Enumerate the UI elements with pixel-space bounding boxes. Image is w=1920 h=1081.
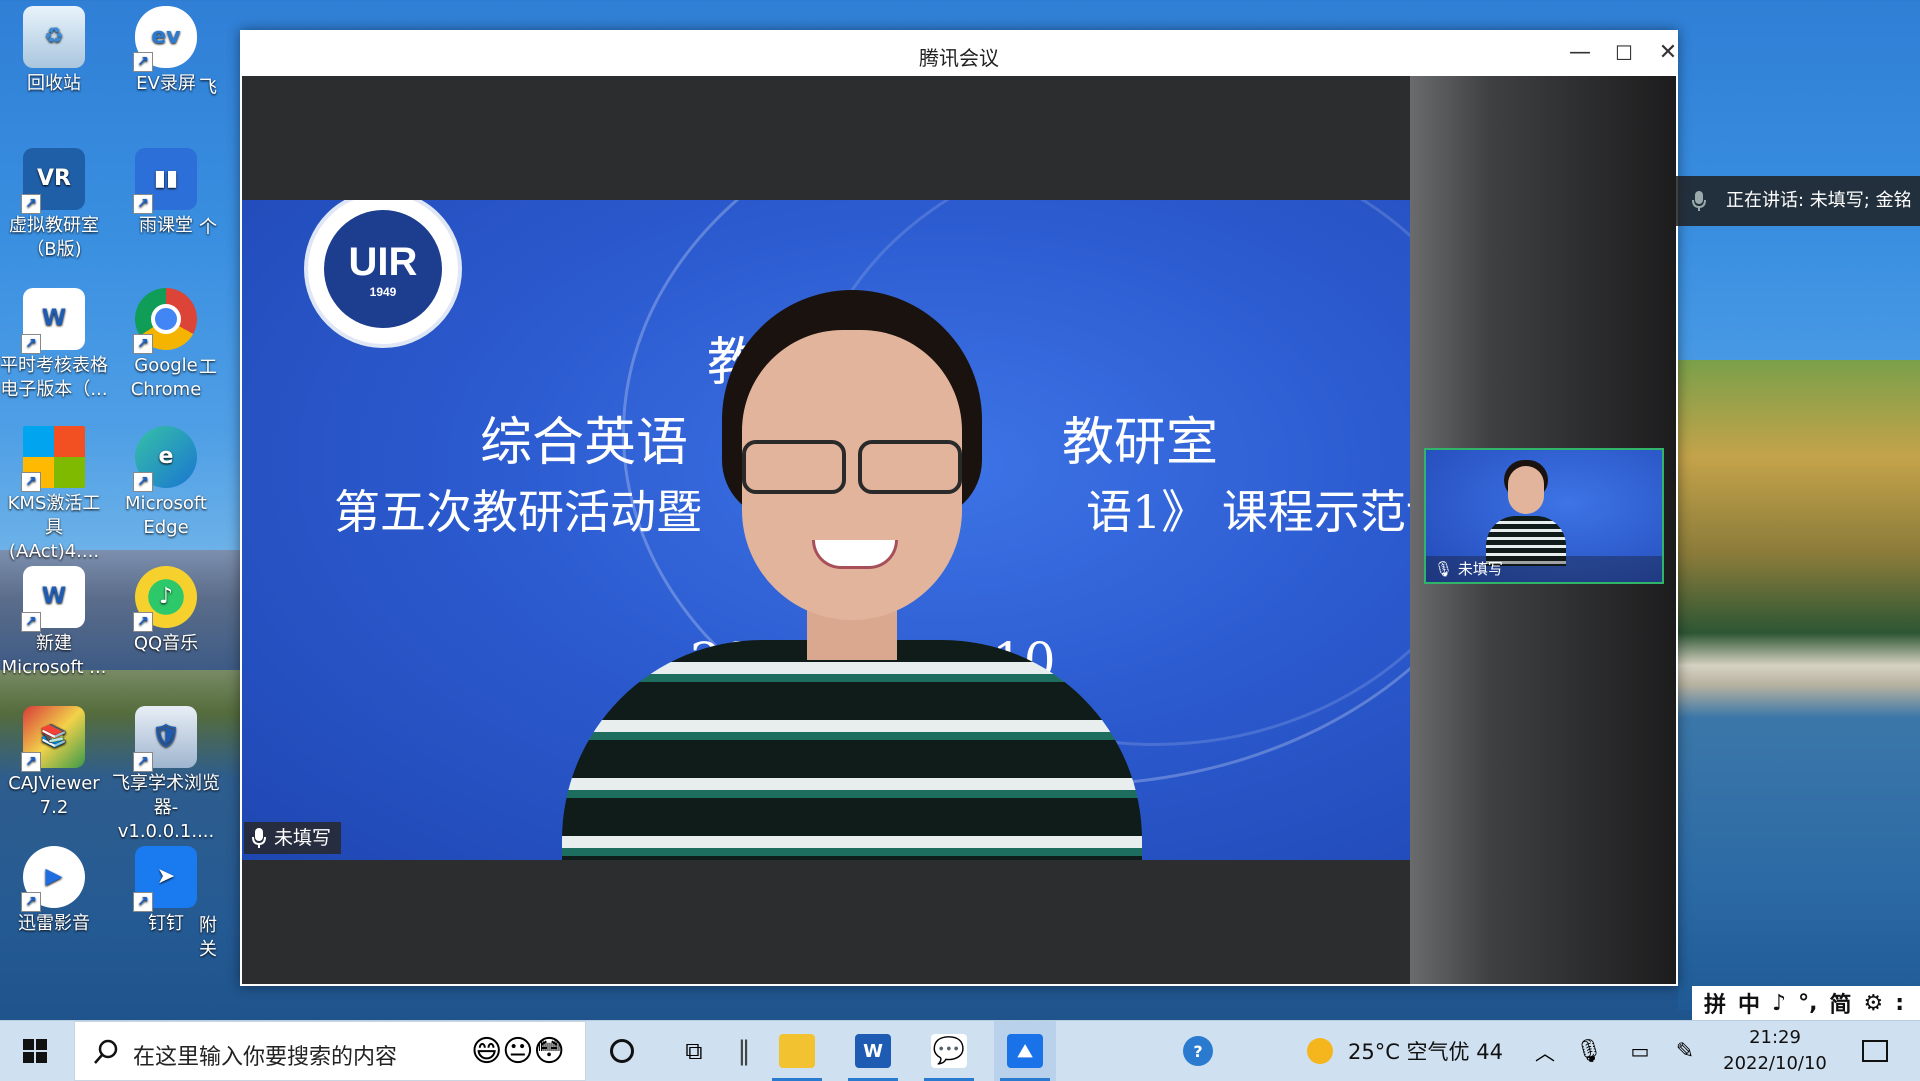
speaker-video (562, 290, 1142, 860)
microphone-tray-button[interactable]: 🎙 (1572, 1021, 1606, 1081)
window-titlebar[interactable]: 腾讯会议 — ☐ ✕ (240, 30, 1678, 76)
ime-punctuation-icon[interactable]: °, (1798, 991, 1817, 1016)
glasses (742, 440, 962, 494)
word-icon: W (855, 1034, 891, 1068)
desktop-icon-kms[interactable]: ↗ KMS激活工具(AAct)4.... (0, 420, 108, 564)
maximize-button[interactable]: ☐ (1606, 38, 1642, 68)
vr-lab-icon: VR ↗ (21, 148, 85, 214)
desktop-icon-recycle-bin[interactable]: ♻ 回收站 (0, 0, 108, 96)
wallpaper-lake-shore (1678, 360, 1920, 1010)
ev-recorder-icon: ev ↗ (133, 6, 197, 72)
chrome-icon: ↗ (133, 288, 197, 354)
desktop-icon-academic-browser[interactable]: 🛡 ↗ 飞享学术浏览器-v1.0.0.1.... (112, 700, 220, 844)
microphone-icon (252, 828, 266, 848)
help-button[interactable]: ? (1170, 1021, 1226, 1081)
thumbnail-name-tag: 🎙 未填写 (1426, 556, 1662, 582)
help-icon: ? (1183, 1036, 1213, 1066)
start-button[interactable] (0, 1021, 70, 1081)
ime-moon-icon[interactable]: ♪ (1772, 991, 1786, 1016)
desktop-icon-partial[interactable]: 工 (178, 356, 238, 380)
sun-icon (1307, 1038, 1333, 1064)
participant-thumbnail[interactable]: 🎙 未填写 (1424, 448, 1664, 584)
circle-icon (610, 1039, 634, 1063)
notification-center-button[interactable] (1850, 1021, 1900, 1081)
ime-toolbar: 拼 中 ♪ °, 简 ⚙ : (1692, 986, 1920, 1020)
desktop-icon-partial[interactable]: 个 (178, 216, 238, 240)
chevron-up-icon: ︿ (1535, 1040, 1555, 1065)
qq-music-icon: ♪ ↗ (133, 566, 197, 632)
cortana-button[interactable] (594, 1021, 650, 1081)
speaking-indicator: 正在讲话: 未填写; 金铭 (1676, 176, 1920, 226)
clock-time: 21:29 (1749, 1027, 1801, 1048)
tencent-meeting-icon: ⛰ (1007, 1034, 1043, 1068)
clock[interactable]: 21:29 2022/10/10 (1710, 1025, 1840, 1077)
notification-icon (1862, 1040, 1888, 1062)
cajviewer-icon: 📚 ↗ (21, 706, 85, 772)
battery-icon: ▭ (1630, 1039, 1650, 1063)
desktop-icon-word-form[interactable]: W ↗ 平时考核表格电子版本（... (0, 282, 108, 402)
task-view-button[interactable]: ⧉ (666, 1021, 722, 1081)
desktop-icon-chrome[interactable]: ↗ Google Chrome (112, 282, 220, 402)
windows-logo-icon (23, 1039, 47, 1063)
task-view-icon: ⧉ (685, 1037, 703, 1065)
presentation-slide: UIR 1949 教 综合英语 教研室 第五次教研活动暨 语1》 课程示范课 2… (242, 200, 1410, 860)
taskbar-separator: ‖ (737, 1036, 751, 1066)
taskbar-word[interactable]: W (842, 1021, 904, 1081)
clock-date: 2022/10/10 (1723, 1053, 1827, 1074)
taskbar-wechat[interactable]: 💬 (918, 1021, 980, 1081)
microphone-icon (1692, 191, 1706, 211)
desktop-icon-qq-music[interactable]: ♪ ↗ QQ音乐 (112, 560, 220, 656)
academic-browser-icon: 🛡 ↗ (133, 706, 197, 772)
search-highlight-emoji-icon: 😄😐😳 (471, 1034, 565, 1069)
kms-tool-icon: ↗ (21, 426, 85, 492)
desktop-icon-edge[interactable]: e ↗ Microsoft Edge (112, 420, 220, 540)
weather-text: 25°C 空气优 44 (1348, 1040, 1503, 1064)
pen-icon: ✎ (1675, 1038, 1695, 1064)
ime-simplified-mode[interactable]: 简 (1829, 987, 1851, 1019)
search-icon (94, 1039, 118, 1064)
word-doc-icon: W ↗ (21, 288, 85, 354)
folder-icon (779, 1034, 815, 1068)
rain-classroom-icon: ▮▮ ↗ (133, 148, 197, 214)
word-doc-icon: W ↗ (21, 566, 85, 632)
desktop-icon-word-new[interactable]: W ↗ 新建 Microsoft ... (0, 560, 108, 680)
desktop-icon-thunder[interactable]: ▶ ↗ 迅雷影音 (0, 840, 108, 936)
minimize-button[interactable]: — (1562, 38, 1598, 68)
desktop-icon-vr-lab[interactable]: VR ↗ 虚拟教研室（B版) (0, 142, 108, 262)
recycle-bin-icon: ♻ (23, 6, 85, 68)
pen-button[interactable]: ✎ (1668, 1021, 1702, 1081)
desktop-icon-partial[interactable]: 附关 (178, 914, 238, 962)
meeting-window: 腾讯会议 — ☐ ✕ UIR 1949 教 综合英语 教研室 第五次教研活动暨 … (240, 30, 1678, 986)
battery-button[interactable]: ▭ (1620, 1021, 1660, 1081)
close-button[interactable]: ✕ (1650, 38, 1686, 68)
microphone-icon: 🎙 (1575, 1038, 1603, 1064)
show-hidden-icons-button[interactable]: ︿ (1528, 1021, 1562, 1081)
search-placeholder: 在这里输入你要搜索的内容 (133, 1045, 398, 1070)
wechat-icon: 💬 (931, 1034, 967, 1068)
desktop-icon-partial[interactable]: 飞 (178, 76, 238, 100)
ime-chinese-mode[interactable]: 中 (1738, 987, 1760, 1019)
main-video-area[interactable]: UIR 1949 教 综合英语 教研室 第五次教研活动暨 语1》 课程示范课 2… (242, 76, 1410, 984)
taskbar: 在这里输入你要搜索的内容 😄😐😳 ⧉ ‖ W 💬 ⛰ ? 25°C 空气优 44… (0, 1020, 1920, 1081)
taskbar-search-box[interactable]: 在这里输入你要搜索的内容 😄😐😳 (74, 1021, 586, 1081)
ime-settings-icon[interactable]: ⚙ (1863, 991, 1883, 1016)
speaker-name-tag: 未填写 (244, 822, 342, 854)
edge-icon: e ↗ (133, 426, 197, 492)
university-logo: UIR 1949 (304, 200, 462, 348)
microphone-icon: 🎙 (1434, 560, 1454, 578)
weather-button[interactable] (1300, 1021, 1340, 1081)
dingtalk-icon: ➤ ↗ (133, 846, 197, 912)
taskbar-file-explorer[interactable] (766, 1021, 828, 1081)
desktop-icon-cajviewer[interactable]: 📚 ↗ CAJViewer 7.2 (0, 700, 108, 820)
thunder-player-icon: ▶ ↗ (21, 846, 85, 912)
taskbar-tencent-meeting[interactable]: ⛰ (994, 1021, 1056, 1081)
window-title: 腾讯会议 (919, 46, 999, 70)
ime-more-icon[interactable]: : (1895, 991, 1904, 1016)
ime-pinyin-icon[interactable]: 拼 (1704, 987, 1726, 1019)
